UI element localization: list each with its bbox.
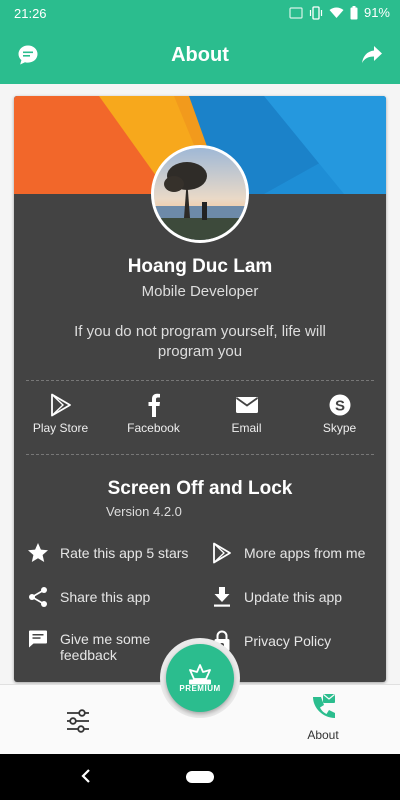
- avatar: [151, 145, 249, 243]
- page-title: About: [171, 44, 229, 66]
- profile-card: Hoang Duc Lam Mobile Developer If you do…: [14, 96, 386, 682]
- contact-label: Play Store: [32, 421, 89, 435]
- premium-crown-icon: [189, 663, 211, 684]
- app-name: Screen Off and Lock: [107, 478, 293, 499]
- avatar-photo: [154, 148, 246, 240]
- share-app-button[interactable]: Share this app: [26, 585, 196, 609]
- status-bar: 21:26 91%: [0, 0, 400, 28]
- status-icons: 91%: [289, 5, 390, 20]
- action-label: Share this app: [60, 589, 151, 605]
- more-apps-button[interactable]: More apps from me: [210, 541, 380, 565]
- star-icon: [28, 543, 48, 562]
- home-pill[interactable]: [186, 771, 214, 783]
- app-bar: About: [0, 28, 400, 84]
- sliders-icon: [67, 709, 89, 733]
- profile-role: Mobile Developer: [141, 283, 259, 300]
- play-store-icon: [50, 393, 71, 417]
- privacy-policy-button[interactable]: Privacy Policy: [210, 629, 380, 653]
- divider: [26, 380, 374, 381]
- action-label: Give me some feedback: [60, 631, 151, 663]
- status-time: 21:26: [14, 6, 47, 21]
- profile-name: Hoang Duc Lam: [127, 256, 273, 277]
- share-icon: [29, 587, 47, 607]
- update-app-button[interactable]: Update this app: [210, 585, 380, 609]
- play-icon: [213, 542, 231, 564]
- svg-text:S: S: [334, 398, 344, 415]
- system-navigation-bar: [0, 754, 400, 800]
- back-icon[interactable]: [80, 768, 92, 784]
- battery-icon: [350, 5, 358, 19]
- contact-skype[interactable]: S Skype: [293, 392, 386, 440]
- action-label: Update this app: [244, 589, 343, 605]
- about-tab-label: About: [307, 728, 339, 742]
- contact-facebook[interactable]: Facebook: [107, 392, 200, 440]
- contact-email[interactable]: Email: [200, 392, 293, 440]
- download-icon: [214, 587, 230, 607]
- contact-label: Facebook: [127, 421, 180, 435]
- contact-label: Email: [231, 421, 262, 435]
- facebook-icon: [148, 393, 160, 417]
- wifi-icon: [329, 7, 344, 18]
- premium-label: PREMIUM: [179, 683, 221, 693]
- about-tab[interactable]: About: [296, 693, 350, 742]
- divider: [26, 454, 374, 455]
- action-label: Rate this app 5 stars: [60, 545, 189, 561]
- feedback-button[interactable]: Give me some feedback: [26, 627, 156, 663]
- skype-icon: S: [329, 394, 350, 416]
- feedback-icon: [29, 630, 47, 648]
- contact-mail-icon: [313, 694, 335, 718]
- premium-button[interactable]: PREMIUM: [166, 644, 234, 712]
- contact-label: Skype: [322, 421, 357, 435]
- app-version: Version 4.2.0: [106, 504, 182, 519]
- vibrate-icon: [309, 5, 323, 20]
- settings-tab[interactable]: [64, 707, 92, 735]
- battery-percent: 91%: [363, 5, 390, 20]
- profile-quote: If you do not program yourself, life wil…: [74, 323, 326, 360]
- action-label: More apps from me: [244, 545, 366, 561]
- share-button[interactable]: [358, 41, 386, 69]
- email-icon: [235, 397, 258, 413]
- contact-play-store[interactable]: Play Store: [14, 392, 107, 440]
- contact-row: Play Store Facebook Email S Skype: [14, 392, 386, 440]
- rate-app-button[interactable]: Rate this app 5 stars: [26, 541, 196, 565]
- share-icon: [362, 46, 382, 63]
- action-label: Privacy Policy: [244, 633, 332, 649]
- cast-icon: [289, 6, 303, 19]
